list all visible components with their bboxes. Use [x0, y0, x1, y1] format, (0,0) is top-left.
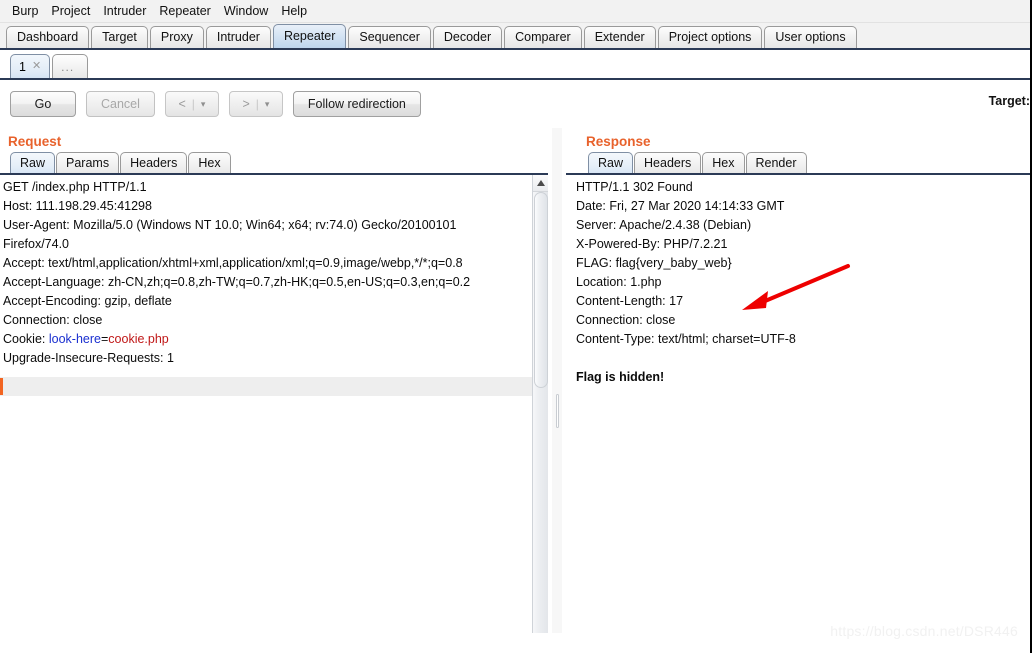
response-line: Server: Apache/2.4.38 (Debian)	[576, 218, 752, 232]
request-tab-strip: Raw Params Headers Hex	[0, 150, 548, 175]
response-tab-headers[interactable]: Headers	[634, 152, 702, 173]
request-cookie-line: Cookie: look-here=cookie.php	[3, 330, 532, 349]
tab-user-options[interactable]: User options	[764, 26, 857, 48]
tab-target[interactable]: Target	[91, 26, 148, 48]
close-icon[interactable]: ✕	[32, 61, 41, 72]
tab-repeater[interactable]: Repeater	[272, 24, 347, 48]
tab-decoder[interactable]: Decoder	[432, 26, 503, 48]
response-line: HTTP/1.1 302 Found	[576, 180, 693, 194]
cookie-prefix: Cookie:	[3, 332, 49, 346]
response-tab-hex[interactable]: Hex	[702, 152, 745, 173]
request-line: Upgrade-Insecure-Requests: 1	[3, 351, 174, 365]
request-tab-raw[interactable]: Raw	[10, 152, 56, 173]
scrollbar-thumb[interactable]	[534, 192, 548, 388]
request-line: Accept-Encoding: gzip, deflate	[3, 294, 172, 308]
request-tab-params[interactable]: Params	[56, 152, 120, 173]
response-body-text: Flag is hidden!	[576, 370, 665, 384]
menu-item-help[interactable]: Help	[275, 2, 314, 20]
tab-proxy[interactable]: Proxy	[149, 26, 204, 48]
repeater-sub-tab-strip: 1 ✕ ...	[0, 50, 1030, 80]
cookie-name: look-here	[48, 332, 101, 346]
request-line: GET /index.php HTTP/1.1	[3, 180, 147, 194]
repeater-new-tab[interactable]: ...	[52, 54, 89, 78]
menu-item-burp[interactable]: Burp	[6, 2, 45, 20]
menu-bar: Burp Project Intruder Repeater Window He…	[0, 0, 1030, 23]
response-flag-line: FLAG: flag{very_baby_web}	[576, 256, 732, 270]
tab-comparer[interactable]: Comparer	[504, 26, 582, 48]
menu-item-window[interactable]: Window	[218, 2, 275, 20]
request-editor[interactable]: GET /index.php HTTP/1.1 Host: 111.198.29…	[0, 175, 548, 633]
splitter-grip[interactable]	[556, 394, 559, 428]
target-label: Target:	[988, 94, 1030, 108]
request-pane: Request Raw Params Headers Hex GET /inde…	[0, 128, 548, 633]
request-line: Accept: text/html,application/xhtml+xml,…	[3, 256, 463, 270]
request-line: Firefox/74.0	[3, 237, 70, 251]
response-editor-text[interactable]: HTTP/1.1 302 Found Date: Fri, 27 Mar 202…	[566, 175, 1014, 633]
button-separator: |	[191, 97, 195, 111]
tab-project-options[interactable]: Project options	[657, 26, 763, 48]
request-editor-text[interactable]: GET /index.php HTTP/1.1 Host: 111.198.29…	[0, 175, 532, 633]
repeater-toolbar: Go Cancel < | ▾ > | ▾ Follow redirection…	[0, 80, 1030, 128]
response-line: Content-Type: text/html; charset=UTF-8	[576, 332, 796, 346]
request-title: Request	[8, 134, 62, 149]
follow-redirection-button[interactable]: Follow redirection	[292, 91, 421, 117]
response-line: Location: 1.php	[576, 275, 662, 289]
request-line: User-Agent: Mozilla/5.0 (Windows NT 10.0…	[3, 218, 457, 232]
request-tab-headers[interactable]: Headers	[120, 152, 188, 173]
response-line: X-Powered-By: PHP/7.2.21	[576, 237, 728, 251]
response-tab-strip: Raw Headers Hex Render	[566, 150, 1030, 175]
response-line: Content-Length: 17	[576, 294, 684, 308]
request-line: Connection: close	[3, 313, 103, 327]
response-editor[interactable]: HTTP/1.1 302 Found Date: Fri, 27 Mar 202…	[566, 175, 1030, 633]
request-vertical-scrollbar[interactable]	[532, 175, 548, 633]
cancel-button: Cancel	[86, 91, 155, 117]
forward-button[interactable]: > | ▾	[228, 91, 283, 117]
scroll-up-arrow-icon[interactable]	[533, 175, 548, 192]
repeater-new-tab-label: ...	[61, 59, 75, 74]
burp-suite-window: Burp Project Intruder Repeater Window He…	[0, 0, 1032, 653]
response-tab-render[interactable]: Render	[745, 152, 807, 173]
request-line: Host: 111.198.29.45:41298	[3, 199, 152, 213]
pane-splitter[interactable]	[552, 128, 562, 633]
chevron-down-icon[interactable]: ▾	[265, 99, 270, 110]
menu-item-intruder[interactable]: Intruder	[97, 2, 153, 20]
response-line: Connection: close	[576, 313, 676, 327]
button-separator: |	[255, 97, 259, 111]
repeater-sub-tab-1[interactable]: 1 ✕	[10, 54, 51, 78]
chevron-right-icon: >	[242, 97, 250, 111]
go-button[interactable]: Go	[10, 91, 76, 117]
tab-extender[interactable]: Extender	[583, 26, 656, 48]
tab-sequencer[interactable]: Sequencer	[348, 26, 431, 48]
request-tab-hex[interactable]: Hex	[188, 152, 231, 173]
response-tab-raw[interactable]: Raw	[588, 152, 634, 173]
cookie-value: cookie.php	[108, 332, 169, 346]
tab-dashboard[interactable]: Dashboard	[6, 26, 90, 48]
repeater-sub-tab-label: 1	[19, 59, 26, 74]
main-tab-strip: Dashboard Target Proxy Intruder Repeater…	[0, 23, 1030, 50]
request-line: Accept-Language: zh-CN,zh;q=0.8,zh-TW;q=…	[3, 275, 471, 289]
response-line-blank	[576, 349, 1014, 368]
editor-panes: Request Raw Params Headers Hex GET /inde…	[0, 128, 1030, 633]
response-title: Response	[586, 134, 651, 149]
menu-item-repeater[interactable]: Repeater	[153, 2, 217, 20]
response-line: Date: Fri, 27 Mar 2020 14:14:33 GMT	[576, 199, 785, 213]
response-pane: Response Raw Headers Hex Render HTTP/1.1…	[566, 128, 1030, 633]
chevron-left-icon: <	[178, 97, 186, 111]
chevron-down-icon[interactable]: ▾	[201, 99, 206, 110]
tab-intruder[interactable]: Intruder	[205, 26, 271, 48]
menu-item-project[interactable]: Project	[45, 2, 97, 20]
watermark-text: https://blog.csdn.net/DSR446	[830, 623, 1018, 639]
back-button[interactable]: < | ▾	[164, 91, 219, 117]
